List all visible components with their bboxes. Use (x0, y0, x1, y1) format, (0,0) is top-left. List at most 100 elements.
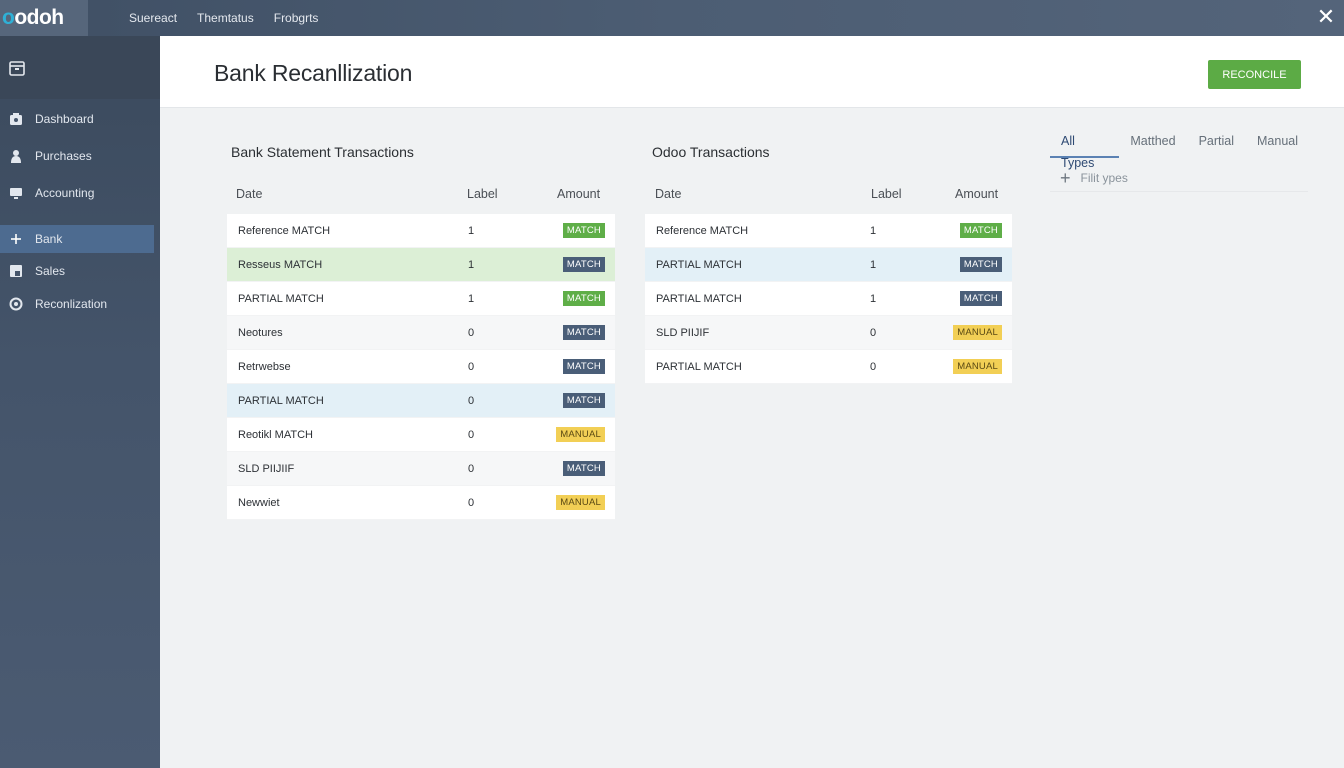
row-count: 0 (870, 360, 877, 373)
row-count: 0 (468, 428, 475, 441)
top-nav-item-1[interactable]: Suereact (129, 11, 177, 25)
row-count: 0 (468, 326, 475, 339)
sidebar-item-label: Sales (35, 264, 66, 278)
table-row[interactable]: PARTIAL MATCH 0 MATCH (227, 384, 615, 418)
tab-partial[interactable]: Partial (1188, 130, 1246, 158)
match-badge[interactable]: MATCH (562, 291, 605, 306)
row-label: SLD PIIJIF (656, 326, 710, 339)
manual-badge[interactable]: MANUAL (953, 359, 1002, 374)
top-nav-item-2[interactable]: Themtatus (197, 11, 254, 25)
bank-col-label[interactable]: Label (467, 187, 498, 201)
row-count: 1 (870, 258, 877, 271)
table-row[interactable]: SLD PIIJIIF 0 MATCH (227, 452, 615, 486)
person-icon (8, 149, 23, 164)
table-row[interactable]: Neotures 0 MATCH (227, 316, 615, 350)
row-label: PARTIAL MATCH (656, 292, 742, 305)
close-icon[interactable]: ✕ (1314, 5, 1338, 29)
tab-all-types[interactable]: All Types (1050, 130, 1120, 170)
table-row[interactable]: Resseus MATCH 1 MATCH (227, 248, 615, 282)
row-label: Newwiet (238, 496, 280, 509)
row-label: SLD PIIJIIF (238, 462, 295, 475)
sidebar-item-purchases[interactable]: Purchases (0, 142, 154, 170)
filter-placeholder: Filit ypes (1080, 170, 1128, 185)
row-count: 0 (468, 462, 475, 475)
table-row[interactable]: Newwiet 0 MANUAL (227, 486, 615, 520)
row-label: PARTIAL MATCH (656, 258, 742, 271)
match-badge[interactable]: MATCH (562, 223, 605, 238)
row-label: Reference MATCH (656, 224, 749, 237)
manual-badge[interactable]: MANUAL (953, 325, 1002, 340)
sidebar-item-label: Dashboard (35, 112, 94, 126)
monitor-icon (8, 186, 23, 201)
top-nav: Suereact Themtatus Frobgrts (129, 11, 338, 25)
manual-badge[interactable]: MANUAL (556, 427, 605, 442)
odoo-col-label[interactable]: Label (871, 187, 902, 201)
row-count: 1 (468, 258, 475, 271)
match-badge[interactable]: MATCH (959, 257, 1002, 272)
sidebar-item-dashboard[interactable]: Dashboard (0, 105, 154, 133)
sidebar-item-label: Reconlization (35, 297, 108, 311)
tab-matched[interactable]: Matthed (1119, 130, 1187, 158)
sidebar-item-accounting[interactable]: Accounting (0, 179, 154, 207)
tab-manual[interactable]: Manual (1246, 130, 1310, 158)
row-label: Neotures (238, 326, 283, 339)
logo-accent-letter: o (2, 6, 15, 29)
table-row[interactable]: PARTIAL MATCH 0 MANUAL (645, 350, 1012, 384)
sidebar-item-label: Bank (35, 232, 63, 246)
page-title: Bank Recanllization (214, 60, 413, 86)
row-count: 1 (870, 224, 877, 237)
dashboard-icon (8, 112, 23, 127)
top-bar: o odoh Suereact Themtatus Frobgrts ✕ (0, 0, 1344, 36)
match-badge[interactable]: MATCH (959, 223, 1002, 238)
plus-icon (8, 232, 23, 247)
odoo-col-amount[interactable]: Amount (955, 187, 998, 201)
manual-badge[interactable]: MANUAL (556, 495, 605, 510)
row-count: 1 (870, 292, 877, 305)
row-label: Reotikl MATCH (238, 428, 313, 441)
match-badge[interactable]: MATCH (562, 393, 605, 408)
page-header: Bank Recanllization RECONCILE (160, 36, 1344, 108)
row-label: PARTIAL MATCH (238, 292, 324, 305)
sidebar-item-sales[interactable]: Sales (0, 257, 154, 285)
match-badge[interactable]: MATCH (562, 257, 605, 272)
table-row[interactable]: Reference MATCH 1 MATCH (227, 214, 615, 248)
match-badge[interactable]: MATCH (959, 291, 1002, 306)
match-badge[interactable]: MATCH (562, 325, 605, 340)
table-row[interactable]: PARTIAL MATCH 1 MATCH (645, 248, 1012, 282)
row-count: 0 (468, 394, 475, 407)
row-count: 1 (468, 292, 475, 305)
table-row[interactable]: Reotikl MATCH 0 MANUAL (227, 418, 615, 452)
sidebar: Dashboard Purchases Accounting Bank Sale… (0, 36, 160, 768)
row-count: 0 (870, 326, 877, 339)
reconcile-button[interactable]: RECONCILE (1208, 60, 1301, 89)
odoo-transactions-title: Odoo Transactions (652, 144, 770, 160)
row-count: 0 (468, 360, 475, 373)
main-content: Bank Recanllization RECONCILE Bank State… (160, 36, 1344, 768)
bank-statement-title: Bank Statement Transactions (231, 144, 414, 160)
bank-col-amount[interactable]: Amount (557, 187, 600, 201)
match-badge[interactable]: MATCH (562, 461, 605, 476)
sidebar-header (0, 36, 160, 99)
table-row[interactable]: Reference MATCH 1 MATCH (645, 214, 1012, 248)
target-icon (8, 297, 23, 312)
box-icon[interactable] (8, 59, 26, 77)
table-row[interactable]: Retrwebse 0 MATCH (227, 350, 615, 384)
filter-types-input[interactable]: + Filit ypes (1050, 164, 1308, 192)
bank-statement-table: Reference MATCH 1 MATCH Resseus MATCH 1 MATCH… (227, 214, 615, 520)
row-label: PARTIAL MATCH (238, 394, 324, 407)
row-label: Retrwebse (238, 360, 291, 373)
table-row[interactable]: PARTIAL MATCH 1 MATCH (227, 282, 615, 316)
sidebar-item-reconlization[interactable]: Reconlization (0, 290, 154, 318)
odoo-col-date[interactable]: Date (655, 187, 681, 201)
sidebar-item-label: Purchases (35, 149, 92, 163)
sidebar-item-bank[interactable]: Bank (0, 225, 154, 253)
row-label: Resseus MATCH (238, 258, 323, 271)
top-nav-item-3[interactable]: Frobgrts (274, 11, 319, 25)
sidebar-item-label: Accounting (35, 186, 95, 200)
app-logo[interactable]: o odoh (0, 0, 88, 36)
match-badge[interactable]: MATCH (562, 359, 605, 374)
add-filter-icon[interactable]: + (1060, 169, 1071, 187)
table-row[interactable]: PARTIAL MATCH 1 MATCH (645, 282, 1012, 316)
table-row[interactable]: SLD PIIJIF 0 MANUAL (645, 316, 1012, 350)
bank-col-date[interactable]: Date (236, 187, 262, 201)
